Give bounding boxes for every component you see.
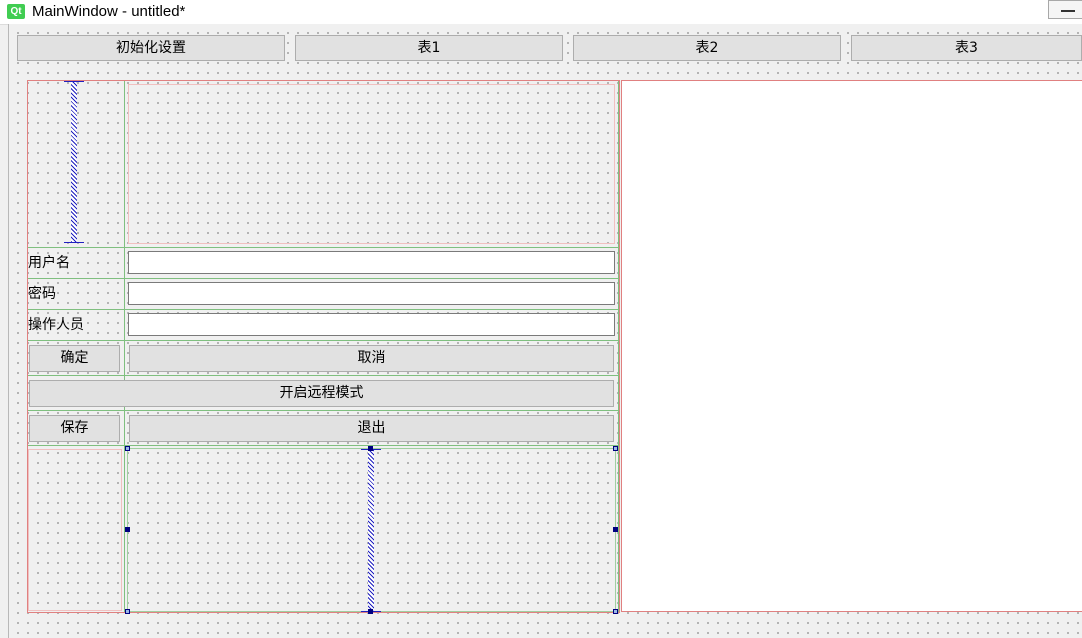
init-settings-button[interactable]: 初始化设置 [17,35,285,61]
grid-right-edge [618,81,619,612]
minimize-button[interactable] [1048,0,1082,19]
title-bar: Qt MainWindow - untitled* [0,0,1082,25]
password-label: 密码 [28,286,56,302]
resize-handle-left[interactable] [125,527,130,532]
resize-handle-bottom-left[interactable] [125,609,130,614]
window-title: MainWindow - untitled* [32,3,186,20]
username-field[interactable] [128,251,615,274]
spacer-bottom-cap [64,242,84,243]
password-field[interactable] [128,282,615,305]
grid-row-line [28,309,619,310]
vertical-spacer-top[interactable] [71,82,77,242]
table1-button[interactable]: 表1 [295,35,563,61]
grid-row-line [28,375,619,376]
grid-row-line [28,278,619,279]
cancel-button[interactable]: 取消 [129,345,614,372]
exit-button[interactable]: 退出 [129,415,614,442]
operator-label: 操作人员 [28,317,84,333]
operator-field[interactable] [128,313,615,336]
grid-row-line [28,445,619,446]
save-button[interactable]: 保存 [29,415,120,442]
grid-row-line [28,340,619,341]
resize-handle-right[interactable] [613,527,618,532]
resize-handle-top-right[interactable] [613,446,618,451]
resize-handle-bottom[interactable] [368,609,373,614]
remote-mode-button[interactable]: 开启远程模式 [29,380,614,407]
content-widget [621,80,1082,612]
grid-row-line [28,247,619,248]
vertical-spacer-bottom[interactable] [368,450,374,611]
grid-row-line [28,410,619,411]
username-label: 用户名 [28,255,70,271]
resize-handle-bottom-right[interactable] [613,609,618,614]
table3-button[interactable]: 表3 [851,35,1082,61]
table2-button[interactable]: 表2 [573,35,841,61]
empty-widget-top [128,84,615,244]
confirm-button[interactable]: 确定 [29,345,120,372]
empty-widget-bottom [28,449,122,611]
resize-handle-top-left[interactable] [125,446,130,451]
grid-column-divider [124,81,125,612]
resize-handle-top[interactable] [368,446,373,451]
qt-logo-icon: Qt [7,4,25,19]
